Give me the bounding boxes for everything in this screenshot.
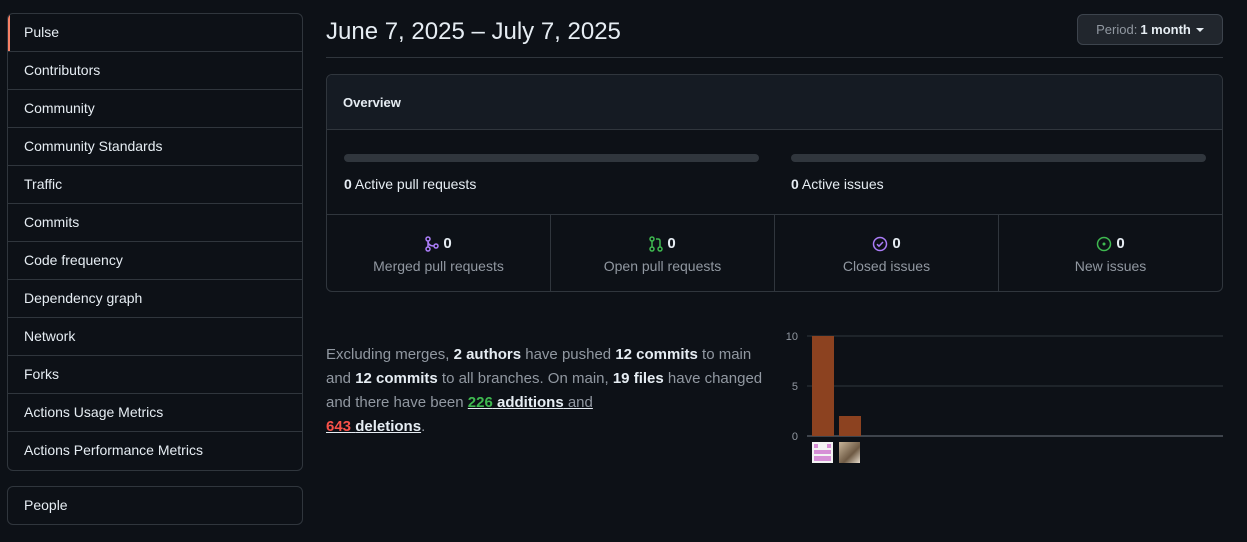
merge-icon — [425, 235, 440, 252]
active-prs-count: 0 — [344, 176, 352, 192]
closed-issues-label: Closed issues — [842, 258, 931, 274]
summary-text: . — [421, 418, 426, 435]
header-divider — [326, 57, 1223, 58]
period-value: 1 month — [1140, 22, 1191, 37]
page-title: June 7, 2025 – July 7, 2025 — [326, 18, 621, 45]
summary-text: and — [563, 394, 593, 411]
new-issues-count: 0 — [1116, 235, 1125, 252]
caret-down-icon — [1195, 27, 1204, 32]
nav-item-commits[interactable]: Commits — [8, 204, 302, 242]
overview-title: Overview — [327, 75, 1222, 130]
summary-text: to all branches. On main, — [437, 370, 613, 387]
active-prs-column: 0 Active pull requests — [344, 154, 759, 192]
closed-issues-count: 0 — [892, 235, 901, 252]
period-prefix: Period: — [1096, 22, 1138, 37]
issue-closed-icon — [873, 236, 888, 251]
identicon-icon — [814, 444, 831, 461]
author-avatar[interactable] — [812, 442, 833, 463]
nav-item-actions-usage-metrics[interactable]: Actions Usage Metrics — [8, 394, 302, 432]
additions-link[interactable]: 226 additions and — [468, 394, 593, 411]
nav-item-actions-performance-metrics[interactable]: Actions Performance Metrics — [8, 432, 302, 470]
nav-item-dependency-graph[interactable]: Dependency graph — [8, 280, 302, 318]
nav-item-network[interactable]: Network — [8, 318, 302, 356]
new-issues-label: New issues — [1074, 258, 1147, 274]
merged-prs-label: Merged pull requests — [373, 258, 504, 274]
y-tick-label: 5 — [792, 381, 798, 393]
overview-cells: 0 Merged pull requests 0 Open pull reque… — [327, 215, 1222, 291]
nav-item-code-frequency[interactable]: Code frequency — [8, 242, 302, 280]
merged-prs-cell[interactable]: 0 Merged pull requests — [327, 215, 551, 291]
active-issues-bar — [791, 154, 1206, 162]
additions-word: additions — [497, 394, 564, 411]
bar-author-2[interactable] — [839, 416, 861, 436]
closed-issues-cell[interactable]: 0 Closed issues — [775, 215, 999, 291]
additions-number: 226 — [467, 394, 493, 411]
overview-progress: 0 Active pull requests 0 Active issues — [327, 130, 1222, 215]
commits-by-author-chart: 0 5 10 — [786, 331, 1223, 441]
commits-main-count: 12 commits — [615, 346, 698, 363]
open-prs-label: Open pull requests — [603, 258, 722, 274]
files-count: 19 files — [612, 370, 664, 387]
nav-item-people[interactable]: People — [8, 487, 302, 525]
active-issues-stat[interactable]: 0 Active issues — [791, 176, 1206, 192]
overview-box: Overview 0 Active pull requests 0 Active… — [326, 74, 1223, 292]
period-dropdown-button[interactable]: Period: 1 month — [1077, 14, 1223, 45]
bar-author-1[interactable] — [812, 336, 834, 436]
nav-item-community[interactable]: Community — [8, 90, 302, 128]
nav-item-pulse[interactable]: Pulse — [8, 14, 302, 52]
active-issues-label: Active issues — [801, 176, 884, 192]
open-prs-cell[interactable]: 0 Open pull requests — [551, 215, 775, 291]
commits-all-count: 12 commits — [355, 370, 438, 387]
summary-text: Excluding merges, — [326, 346, 454, 363]
merged-prs-count: 0 — [443, 235, 452, 252]
active-prs-bar — [344, 154, 759, 162]
issue-open-icon — [1097, 236, 1112, 251]
deletions-word: deletions — [355, 418, 422, 435]
author-avatar[interactable] — [839, 442, 860, 463]
y-tick-label: 10 — [786, 331, 798, 343]
nav-item-contributors[interactable]: Contributors — [8, 52, 302, 90]
active-prs-stat[interactable]: 0 Active pull requests — [344, 176, 759, 192]
new-issues-cell[interactable]: 0 New issues — [999, 215, 1222, 291]
y-tick-label: 0 — [792, 431, 798, 441]
deletions-link[interactable]: 643 deletions — [326, 418, 421, 435]
deletions-number: 643 — [326, 418, 352, 435]
active-issues-count: 0 — [791, 176, 799, 192]
people-nav: People — [7, 486, 303, 525]
nav-item-forks[interactable]: Forks — [8, 356, 302, 394]
nav-item-traffic[interactable]: Traffic — [8, 166, 302, 204]
insights-nav: Pulse Contributors Community Community S… — [7, 13, 303, 471]
active-prs-label: Active pull requests — [354, 176, 477, 192]
commit-summary: Excluding merges, 2 authors have pushed … — [326, 343, 774, 439]
open-prs-count: 0 — [667, 235, 676, 252]
active-issues-column: 0 Active issues — [791, 154, 1206, 192]
summary-text: have pushed — [521, 346, 616, 363]
pull-request-icon — [649, 235, 664, 252]
authors-count: 2 authors — [453, 346, 522, 363]
nav-item-community-standards[interactable]: Community Standards — [8, 128, 302, 166]
